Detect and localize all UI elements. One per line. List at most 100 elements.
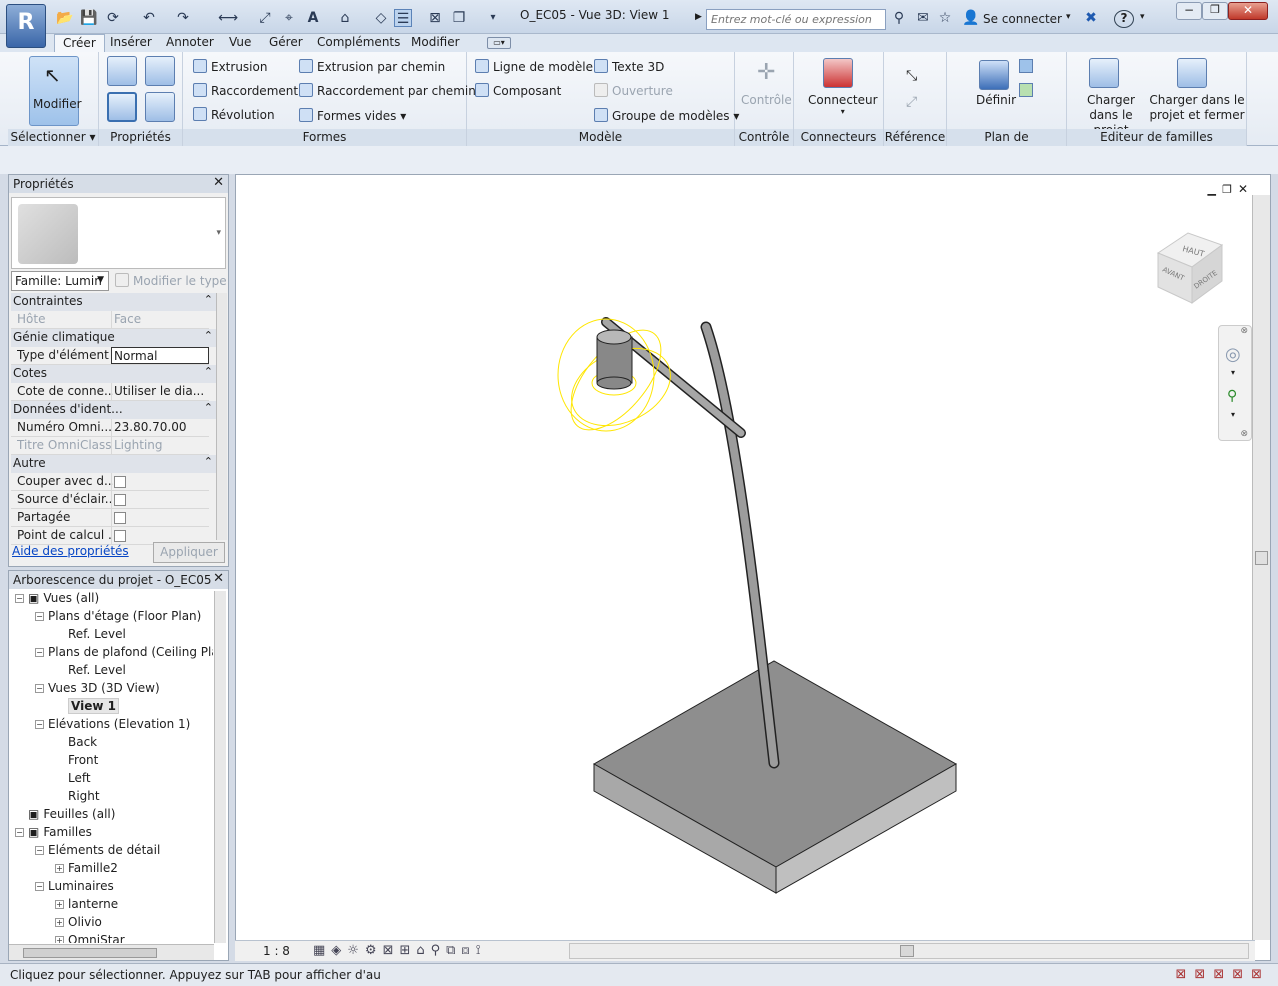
text-icon[interactable]: A (304, 9, 322, 27)
void-forms-button[interactable]: Formes vides ▾ (299, 108, 406, 123)
tree-node[interactable]: Left (55, 771, 91, 789)
opening-button[interactable]: Ouverture (594, 83, 673, 98)
tree-expander-icon[interactable]: − (35, 648, 44, 657)
tab-annoter[interactable]: Annoter (158, 34, 222, 52)
tree-node[interactable]: − ▣ Vues (all) (15, 591, 99, 609)
close-hidden-icon[interactable]: ⊠ (426, 9, 444, 27)
tree-expander-icon[interactable]: − (35, 882, 44, 891)
load-and-close-button[interactable]: Charger dans le projet et fermer (1149, 93, 1245, 123)
restore-button[interactable]: ❐ (1202, 2, 1228, 20)
tree-expander-icon[interactable]: − (35, 846, 44, 855)
search-expand-icon[interactable]: ▶ (695, 12, 702, 22)
close-window-button[interactable]: ✕ (1228, 2, 1268, 20)
tree-expander-icon[interactable]: − (35, 720, 44, 729)
scale-label[interactable]: 1 : 8 (263, 944, 290, 958)
tree-node[interactable]: Right (55, 789, 100, 807)
help-dropdown-icon[interactable]: ▾ (1140, 12, 1145, 22)
family-filter-select[interactable]: Famille: Lumin ▼ (11, 271, 109, 291)
type-properties-icon[interactable] (145, 92, 175, 122)
tree-node[interactable]: Ref. Level (55, 627, 126, 645)
3d-view-icon[interactable]: ⌂ (336, 9, 354, 27)
tree-node[interactable]: − Luminaires (35, 879, 114, 897)
tree-node[interactable]: + Famille2 (55, 861, 118, 879)
measure-icon[interactable]: ⟷ (218, 9, 238, 27)
tree-node[interactable]: − Vues 3D (3D View) (35, 681, 160, 699)
prop-checkbox[interactable] (114, 530, 126, 542)
prop-group-header[interactable]: Contraintes ⌃ (11, 293, 217, 311)
panel-label-selectionner[interactable]: Sélectionner ▾ (8, 129, 98, 146)
prop-group-header[interactable]: Génie climatique ⌃ (11, 329, 217, 347)
application-menu-button[interactable]: R (6, 4, 46, 48)
prop-checkbox[interactable] (114, 494, 126, 506)
prop-checkbox[interactable] (114, 476, 126, 488)
tree-node[interactable]: Back (55, 735, 97, 753)
signin-button[interactable]: Se connecter (983, 12, 1062, 26)
tree-node[interactable]: − Elévations (Elevation 1) (35, 717, 190, 735)
tree-expander-icon[interactable]: + (55, 936, 64, 943)
apply-button[interactable]: Appliquer (153, 542, 225, 563)
tree-vertical-scrollbar[interactable] (214, 591, 226, 943)
favorites-icon[interactable]: ☆ (936, 9, 954, 27)
connector-button[interactable]: Connecteur ▾ (808, 93, 878, 116)
view-vscroll-thumb[interactable] (1255, 551, 1268, 565)
model-group-button[interactable]: Groupe de modèles ▾ (594, 108, 739, 123)
undo-icon[interactable]: ↶ (140, 9, 158, 27)
communication-icon[interactable]: ✉ (914, 9, 932, 27)
tab-complements[interactable]: Compléments (309, 34, 408, 52)
zoom-icon[interactable]: ⚲ (1227, 388, 1237, 404)
help-icon[interactable]: ? (1114, 10, 1134, 28)
properties-close-icon[interactable]: ✕ (213, 175, 224, 190)
prop-row[interactable]: Type d'élément Normal (11, 347, 209, 365)
prop-checkbox[interactable] (114, 512, 126, 524)
tree-expander-icon[interactable]: + (55, 864, 64, 873)
tree-node[interactable]: + Olivio (55, 915, 102, 933)
extrusion-button[interactable]: Extrusion (193, 59, 267, 74)
prop-row[interactable]: Titre OmniClass Lighting (11, 437, 209, 455)
view-vertical-scrollbar[interactable] (1252, 195, 1270, 940)
binoculars-icon[interactable]: ⚲ (890, 9, 908, 27)
tree-node[interactable]: − ▣ Familles (15, 825, 92, 843)
reference-plane-icon[interactable]: ⤢ (906, 94, 917, 110)
revolve-button[interactable]: Révolution (193, 107, 275, 122)
blend-button[interactable]: Raccordement (193, 83, 298, 98)
tree-expander-icon[interactable]: − (15, 594, 24, 603)
tree-node[interactable]: + lanterne (55, 897, 118, 915)
properties-icon[interactable] (107, 92, 137, 122)
edit-type-button[interactable]: Modifier le type (115, 273, 227, 288)
properties-scrollbar[interactable] (216, 293, 227, 540)
tree-expander-icon[interactable]: − (35, 684, 44, 693)
properties-help-link[interactable]: Aide des propriétés (12, 544, 129, 558)
view-3d[interactable]: ▁ ❐ ✕ HAUT AVANT DROITE ⊗ ◎ ▾ ⚲ ▾ ⊗ (235, 174, 1271, 961)
selection-filter-icons[interactable]: ⊠⊠⊠⊠⊠ (1176, 967, 1270, 982)
steering-wheel-icon[interactable]: ◎ (1225, 344, 1241, 365)
modify-button[interactable]: ↖ Modifier (29, 56, 82, 126)
search-input[interactable] (706, 9, 886, 30)
tree-node[interactable]: − Plans d'étage (Floor Plan) (35, 609, 201, 627)
swept-blend-button[interactable]: Raccordement par chemin (299, 83, 476, 98)
prop-group-header[interactable]: Données d'ident... ⌃ (11, 401, 217, 419)
prop-row[interactable]: Cote de conne... Utiliser le dia... (11, 383, 209, 401)
tree-node[interactable]: + OmniStar (55, 933, 125, 943)
tree-expander-icon[interactable]: + (55, 918, 64, 927)
prop-group-header[interactable]: Cotes ⌃ (11, 365, 217, 383)
view-horizontal-scrollbar[interactable] (569, 943, 1249, 959)
define-workplane-button[interactable]: Définir (976, 93, 1016, 107)
qat-dropdown-icon[interactable]: ▾ (484, 9, 502, 27)
wheel-dropdown-icon[interactable]: ▾ (1231, 368, 1235, 377)
model-line-button[interactable]: Ligne de modèle (475, 59, 593, 74)
save-icon[interactable]: 💾 (80, 9, 98, 27)
tab-inserer[interactable]: Insérer (102, 34, 160, 52)
tree-horizontal-scrollbar[interactable] (9, 944, 214, 960)
tree-node[interactable]: ▣ Feuilles (all) (15, 807, 115, 825)
section-icon[interactable]: ◇ (372, 9, 390, 27)
exchange-icon[interactable]: ✖ (1082, 9, 1100, 27)
tree-expander-icon[interactable]: − (15, 828, 24, 837)
tree-expander-icon[interactable]: + (55, 900, 64, 909)
project-browser-close-icon[interactable]: ✕ (213, 571, 224, 586)
tab-vue[interactable]: Vue (221, 34, 259, 52)
component-button[interactable]: Composant (475, 83, 561, 98)
signin-dropdown-icon[interactable]: ▾ (1066, 12, 1071, 22)
viewcube[interactable]: HAUT AVANT DROITE (1152, 227, 1236, 309)
family-category-icon[interactable] (145, 56, 175, 86)
switch-windows-icon[interactable]: ❐ (450, 9, 468, 27)
